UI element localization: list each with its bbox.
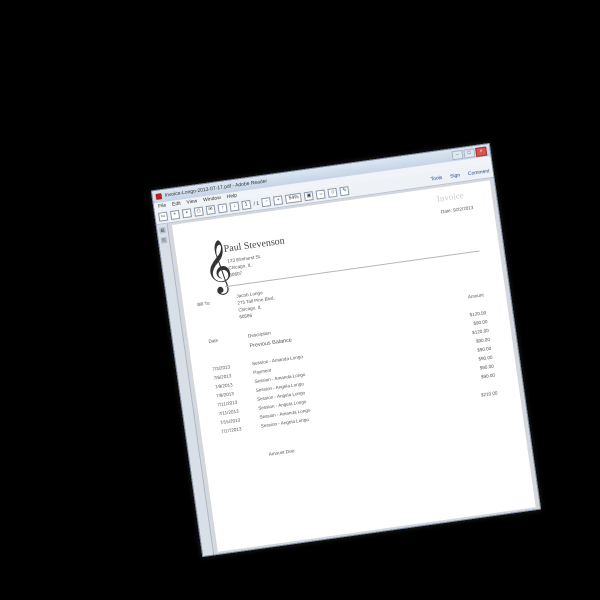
page-number-input[interactable]: 1 xyxy=(241,199,252,211)
comment-pane-link[interactable]: Comment xyxy=(468,168,490,177)
amount-due-label: Amount Due: xyxy=(268,448,296,457)
menu-file[interactable]: File xyxy=(158,203,167,210)
pdf-reader-window: Invoice-Longo-2013-07-17.pdf - Adobe Rea… xyxy=(150,143,542,557)
page-total: / 1 xyxy=(253,200,260,207)
highlight-icon[interactable]: ✎ xyxy=(339,186,350,197)
row-amount: $90.00 xyxy=(475,336,491,344)
row-date: 7/9/2013 xyxy=(215,391,235,399)
row-amount: $90.00 xyxy=(478,354,493,362)
desktop-background: Invoice-Longo-2013-07-17.pdf - Adobe Rea… xyxy=(0,0,600,600)
menu-edit[interactable]: Edit xyxy=(172,201,181,208)
row-amount: $90.00 xyxy=(473,319,488,326)
row-amount: $210.00 xyxy=(480,390,498,398)
row-amount: $120.00 xyxy=(471,327,490,336)
row-amount: $90.00 xyxy=(480,372,496,380)
open-icon[interactable]: ▭ xyxy=(158,211,169,222)
reader-body: ▤ ⎘ Invoice Date: 9/22/2013 𝄞 Paul Steve… xyxy=(156,177,540,556)
column-header-amount: Amount xyxy=(467,292,485,300)
fit-width-icon[interactable]: ⇔ xyxy=(315,189,327,200)
company-address: 123 Elmhurst St. Chicago, IL 60607 xyxy=(227,253,264,279)
prev-page-icon[interactable]: ↑ xyxy=(217,203,228,214)
bill-to-address: Jacob Longo 275 Tall Pine Blvd. Chicago,… xyxy=(236,288,277,321)
header-divider xyxy=(224,250,480,288)
minimize-button[interactable]: – xyxy=(451,149,464,160)
next-page-icon[interactable]: ↓ xyxy=(229,201,240,212)
column-header-description: Description xyxy=(247,330,272,339)
bill-to-label: Bill To: xyxy=(196,300,211,308)
row-amount: $120.00 xyxy=(469,310,487,318)
adobe-reader-icon xyxy=(155,193,163,200)
invoice-title: Invoice xyxy=(436,190,465,204)
save-icon[interactable]: ▪ xyxy=(181,208,193,219)
row-amount: $90.00 xyxy=(479,363,495,371)
tools-pane-link[interactable]: Tools xyxy=(430,174,442,182)
zoom-in-icon[interactable]: + xyxy=(273,195,284,206)
row-amount: $90.00 xyxy=(476,345,492,353)
zoom-select[interactable]: 54% xyxy=(285,192,303,204)
email-icon[interactable]: ✉ xyxy=(205,204,216,216)
invoice-rows: Previous Balance $120.00 $90.00 7/3/2013 Ses… xyxy=(210,310,499,438)
print-icon[interactable]: ⎙ xyxy=(193,206,204,217)
invoice-date: Date: 9/22/2013 xyxy=(440,204,474,215)
company-name: Paul Stevenson xyxy=(223,235,286,255)
column-header-date: Date xyxy=(208,337,219,345)
attachments-icon[interactable]: ⎘ xyxy=(160,236,168,244)
row-date: 7/9/2013 xyxy=(214,382,233,390)
maximize-button[interactable]: □ xyxy=(463,147,476,159)
sign-pane-link[interactable]: Sign xyxy=(450,172,461,179)
row-date: 7/6/2013 xyxy=(213,373,232,381)
invoice-page: Invoice Date: 9/22/2013 𝄞 Paul Stevenson… xyxy=(171,180,536,552)
zoom-out-icon[interactable]: − xyxy=(261,197,272,208)
row-date: 7/3/2013 xyxy=(212,364,231,372)
page-thumbnails-icon[interactable]: ▤ xyxy=(159,226,166,234)
fit-page-icon[interactable]: ▣ xyxy=(304,191,315,202)
document-area[interactable]: Invoice Date: 9/22/2013 𝄞 Paul Stevenson… xyxy=(167,177,540,555)
close-button[interactable]: × xyxy=(475,146,488,157)
row-description: Payment xyxy=(252,367,272,376)
create-icon[interactable]: + xyxy=(169,209,181,221)
comment-icon[interactable]: ☺ xyxy=(327,187,338,198)
